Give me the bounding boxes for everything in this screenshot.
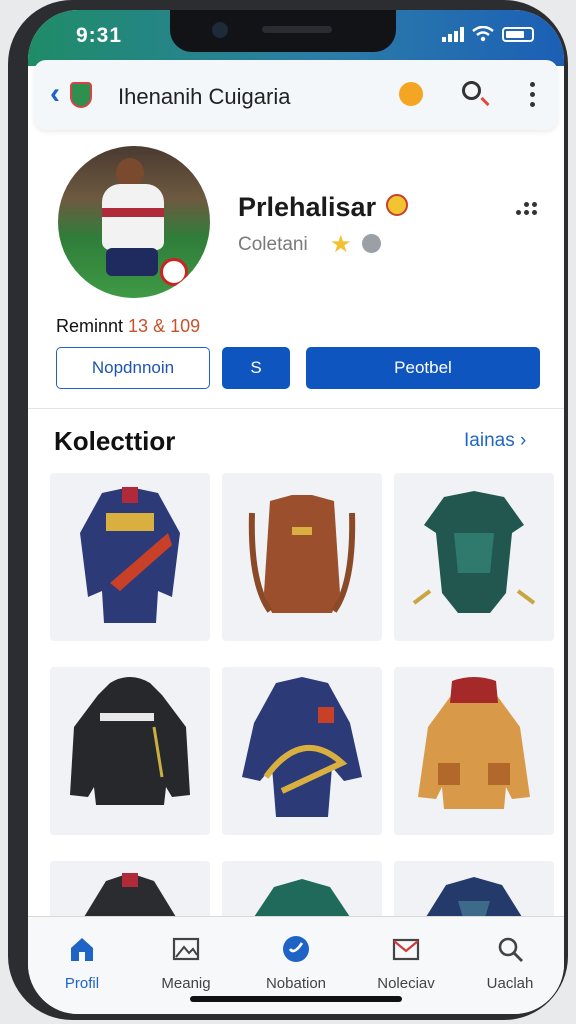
search-icon: [498, 937, 523, 962]
image-icon: [172, 937, 200, 961]
avatar-jersey-stripe: [102, 208, 164, 217]
status-bar: 9:31: [28, 10, 564, 66]
tab-uaclah[interactable]: Uaclah: [458, 917, 562, 997]
notification-dot-icon[interactable]: [399, 82, 423, 106]
verified-icon: [362, 234, 381, 253]
wifi-icon: [472, 26, 494, 42]
jacket-image: [80, 487, 180, 623]
profile-stats: Reminnt 13 & 109: [56, 316, 200, 337]
football-icon: [160, 258, 188, 286]
search-icon[interactable]: [462, 81, 481, 100]
profile-subtitle: Coletani: [238, 234, 308, 255]
collection-link-label: Iainas: [464, 430, 515, 451]
screen: 9:31 ‹ Ihenanih Cuigaria Prlehalisar Col…: [28, 10, 564, 1014]
profile-options-icon[interactable]: [512, 198, 540, 222]
status-icons: [442, 26, 534, 42]
profile-name: Prlehalisar: [238, 192, 377, 222]
collection-item-leather-vest[interactable]: [222, 473, 382, 641]
home-icon: [71, 938, 93, 961]
jacket-image: [418, 677, 530, 809]
collection-item-jacket-navy[interactable]: [50, 473, 210, 641]
battery-icon: [502, 26, 534, 42]
back-chevron-icon[interactable]: ‹: [50, 79, 60, 109]
camera: [212, 22, 228, 38]
notch: [170, 10, 396, 52]
section-divider: [28, 408, 564, 409]
collection-title: Kolecttior: [54, 426, 176, 456]
tab-label: Noleciav: [377, 975, 435, 992]
outline-action-button[interactable]: Nopdnnoin: [56, 347, 210, 389]
medal-badge-icon: [386, 194, 408, 216]
speaker: [262, 26, 332, 33]
bird-icon: [283, 936, 309, 962]
collection-see-all-link[interactable]: Iainas ›: [464, 430, 526, 452]
phone-frame: 9:31 ‹ Ihenanih Cuigaria Prlehalisar Col…: [8, 0, 568, 1020]
tab-label: Uaclah: [486, 975, 534, 992]
mail-icon: [392, 938, 420, 961]
small-action-button[interactable]: S: [222, 347, 290, 389]
tab-label: Meanig: [161, 975, 211, 992]
home-indicator[interactable]: [190, 996, 402, 1002]
tab-profil[interactable]: Profil: [30, 917, 134, 997]
primary-action-button[interactable]: Peotbel: [306, 347, 540, 389]
tab-noleciav[interactable]: Noleciav: [354, 917, 458, 997]
collection-item-navy-jacket-swoosh[interactable]: [222, 667, 382, 835]
jacket-image: [242, 677, 362, 817]
tab-label: Profil: [64, 975, 100, 992]
avatar-player-jersey: [102, 184, 164, 250]
vest-image: [248, 495, 356, 613]
armor-image: [412, 491, 536, 613]
avatar-player-shorts: [106, 248, 158, 276]
tab-meanig[interactable]: Meanig: [134, 917, 238, 997]
club-crest-icon: [70, 82, 92, 108]
collection-item-tan-jacket[interactable]: [394, 667, 554, 835]
hoodie-image: [70, 677, 190, 805]
stats-values: 13 & 109: [128, 316, 201, 336]
more-menu-icon[interactable]: [530, 82, 536, 112]
star-icon: ★: [330, 231, 352, 258]
collection-grid: [50, 473, 554, 933]
app-title: Ihenanih Cuigaria: [118, 84, 291, 109]
status-time: 9:31: [76, 24, 123, 47]
tab-nobation[interactable]: Nobation: [244, 917, 348, 997]
app-bar: ‹ Ihenanih Cuigaria: [34, 60, 558, 130]
collection-item-green-armor[interactable]: [394, 473, 554, 641]
profile-avatar[interactable]: [58, 146, 210, 298]
signal-icon: [442, 26, 464, 42]
chevron-right-icon: ›: [519, 430, 527, 451]
stats-label: Reminnt: [56, 316, 124, 336]
tab-label: Nobation: [265, 975, 327, 992]
collection-item-black-hoodie[interactable]: [50, 667, 210, 835]
